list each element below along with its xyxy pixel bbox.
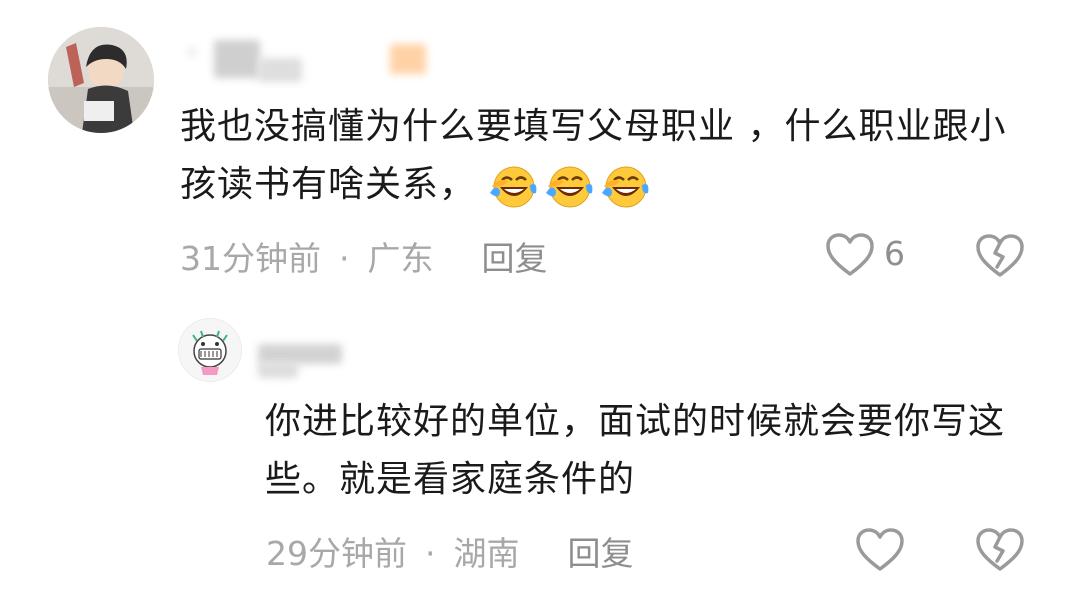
comment-time: 31分钟前: [180, 239, 321, 278]
avatar-illustration: [48, 27, 154, 133]
comment-location: 湖南: [453, 534, 520, 573]
username-blurred: [258, 362, 298, 378]
avatar-illustration: [179, 319, 241, 381]
username-blurred: [258, 344, 342, 364]
comment-text: 我也没搞懂为什么要填写父母职业 ，什么职业跟小孩读书有啥关系，: [180, 98, 1040, 214]
heart-outline-icon: [856, 528, 904, 571]
username-badge-blurred: [390, 44, 426, 74]
emoji-group: [486, 163, 652, 209]
comment-meta: 31分钟前 · 广东 回复: [180, 232, 548, 280]
comment-location: 广东: [367, 239, 434, 278]
heart-outline-icon: [826, 233, 874, 276]
like-button[interactable]: [825, 232, 875, 282]
laughing-crying-emoji: [490, 166, 537, 208]
avatar[interactable]: [48, 27, 154, 133]
reply-button[interactable]: 回复: [482, 239, 548, 278]
comment-time: 29分钟前: [266, 534, 407, 573]
like-button[interactable]: [855, 527, 905, 577]
dislike-button[interactable]: [975, 233, 1025, 283]
comment-meta: 29分钟前 · 湖南 回复: [266, 527, 634, 575]
username-blurred: [214, 40, 260, 78]
broken-heart-icon: [976, 528, 1024, 571]
username-blurred: [258, 58, 302, 82]
avatar[interactable]: [178, 318, 242, 382]
reply-text: 你进比较好的单位，面试的时候就会要你写这些。就是看家庭条件的: [265, 401, 1006, 500]
dislike-button[interactable]: [975, 527, 1025, 577]
reply-button[interactable]: 回复: [568, 534, 634, 573]
laughing-crying-emoji: [546, 166, 593, 208]
broken-heart-icon: [976, 234, 1024, 277]
like-count: 6: [884, 234, 905, 273]
laughing-crying-emoji: [602, 166, 649, 208]
username-blurred: [188, 48, 196, 56]
meta-separator: ·: [339, 239, 350, 278]
meta-separator: ·: [425, 534, 436, 573]
